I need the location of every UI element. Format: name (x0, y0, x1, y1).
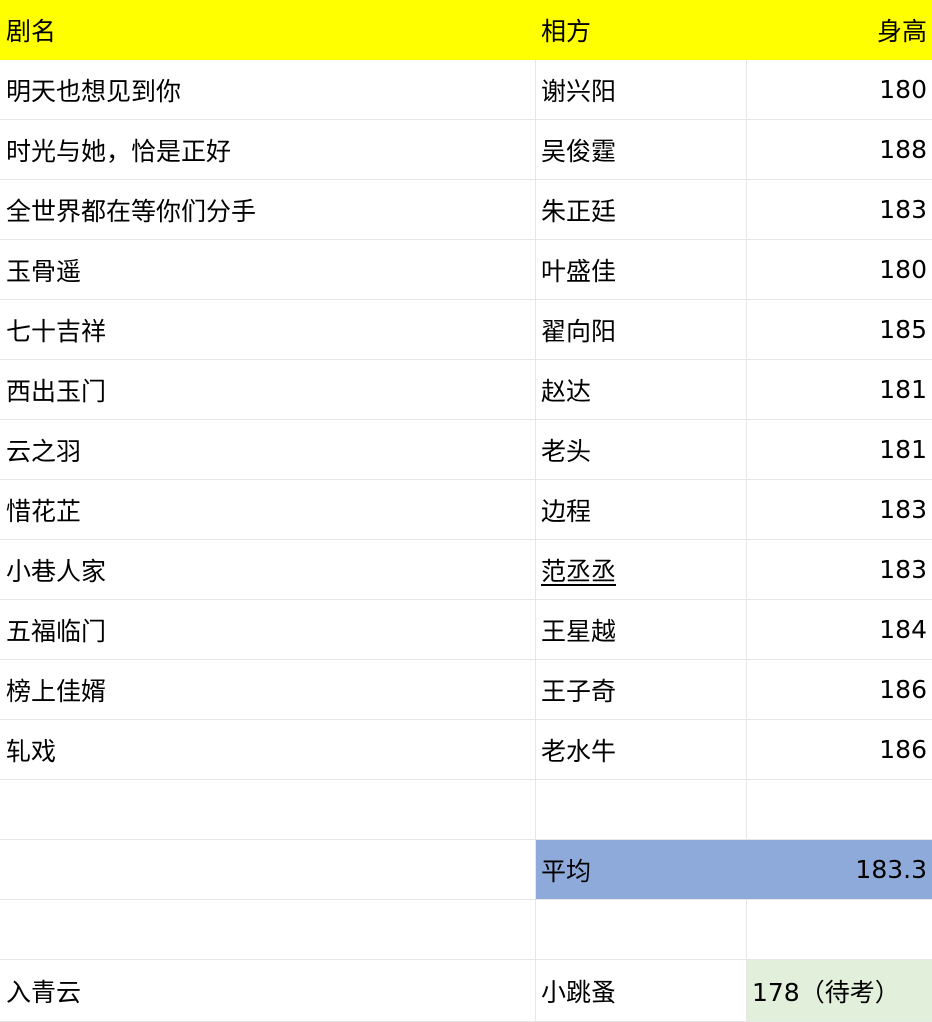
table-row: 七十吉祥 翟向阳 185 (0, 300, 932, 360)
table-row: 云之羽 老头 181 (0, 420, 932, 480)
partner-cell[interactable]: 赵达 (536, 360, 747, 419)
table-row: 玉骨遥 叶盛佳 180 (0, 240, 932, 300)
average-value: 183.3 (855, 855, 927, 884)
drama-cell[interactable]: 全世界都在等你们分手 (0, 180, 536, 239)
average-label: 平均 (541, 856, 592, 886)
height-cell[interactable]: 181 (747, 420, 932, 479)
height-cell[interactable]: 183 (747, 480, 932, 539)
partner-cell[interactable]: 老水牛 (536, 720, 747, 779)
drama-cell[interactable]: 七十吉祥 (0, 300, 536, 359)
height-cell[interactable]: 186 (747, 660, 932, 719)
empty-cell[interactable] (0, 840, 536, 899)
height-cell[interactable]: 180 (747, 60, 932, 119)
table-row: 小巷人家 范丞丞 183 (0, 540, 932, 600)
table-row: 明天也想见到你 谢兴阳 180 (0, 60, 932, 120)
partner-cell[interactable]: 王星越 (536, 600, 747, 659)
partner-cell[interactable]: 朱正廷 (536, 180, 747, 239)
drama-cell[interactable]: 惜花芷 (0, 480, 536, 539)
partner-cell[interactable]: 老头 (536, 420, 747, 479)
table-row: 西出玉门 赵达 181 (0, 360, 932, 420)
empty-cell[interactable] (0, 900, 536, 959)
height-cell[interactable]: 188 (747, 120, 932, 179)
table-row: 五福临门 王星越 184 (0, 600, 932, 660)
height-cell[interactable]: 180 (747, 240, 932, 299)
drama-cell[interactable]: 玉骨遥 (0, 240, 536, 299)
partner-cell[interactable]: 吴俊霆 (536, 120, 747, 179)
partner-cell[interactable]: 叶盛佳 (536, 240, 747, 299)
partner-cell[interactable]: 边程 (536, 480, 747, 539)
height-cell[interactable]: 183 (747, 540, 932, 599)
drama-cell[interactable]: 明天也想见到你 (0, 60, 536, 119)
pending-height-cell[interactable]: 178（待考） (747, 960, 932, 1021)
table-row: 榜上佳婿 王子奇 186 (0, 660, 932, 720)
table-row: 时光与她，恰是正好 吴俊霆 188 (0, 120, 932, 180)
empty-cell[interactable] (536, 780, 747, 839)
height-cell[interactable]: 183 (747, 180, 932, 239)
partner-cell[interactable]: 谢兴阳 (536, 60, 747, 119)
partner-cell[interactable]: 小跳蚤 (536, 960, 747, 1021)
table-row: 惜花芷 边程 183 (0, 480, 932, 540)
empty-cell[interactable] (0, 780, 536, 839)
drama-cell[interactable]: 入青云 (0, 960, 536, 1021)
empty-cell[interactable] (536, 900, 747, 959)
drama-cell[interactable]: 小巷人家 (0, 540, 536, 599)
drama-cell[interactable]: 西出玉门 (0, 360, 536, 419)
empty-cell[interactable] (747, 780, 932, 839)
average-cell[interactable]: 平均 183.3 (536, 840, 932, 899)
drama-cell[interactable]: 轧戏 (0, 720, 536, 779)
height-cell[interactable]: 181 (747, 360, 932, 419)
drama-cell[interactable]: 云之羽 (0, 420, 536, 479)
partner-cell[interactable]: 王子奇 (536, 660, 747, 719)
empty-row (0, 780, 932, 840)
table-row: 全世界都在等你们分手 朱正廷 183 (0, 180, 932, 240)
header-partner[interactable]: 相方 (536, 0, 747, 60)
table-row: 轧戏 老水牛 186 (0, 720, 932, 780)
drama-cell[interactable]: 时光与她，恰是正好 (0, 120, 536, 179)
partner-text: 范丞丞 (541, 556, 617, 586)
average-row: 平均 183.3 (0, 840, 932, 900)
partner-cell[interactable]: 范丞丞 (536, 540, 747, 599)
header-height[interactable]: 身高 (747, 0, 932, 60)
drama-cell[interactable]: 五福临门 (0, 600, 536, 659)
empty-row (0, 900, 932, 960)
height-cell[interactable]: 185 (747, 300, 932, 359)
spreadsheet: 剧名 相方 身高 明天也想见到你 谢兴阳 180 时光与她，恰是正好 吴俊霆 1… (0, 0, 932, 1022)
header-row: 剧名 相方 身高 (0, 0, 932, 60)
partner-cell[interactable]: 翟向阳 (536, 300, 747, 359)
header-drama[interactable]: 剧名 (0, 0, 536, 60)
height-cell[interactable]: 184 (747, 600, 932, 659)
empty-cell[interactable] (747, 900, 932, 959)
height-cell[interactable]: 186 (747, 720, 932, 779)
drama-cell[interactable]: 榜上佳婿 (0, 660, 536, 719)
pending-row: 入青云 小跳蚤 178（待考） (0, 960, 932, 1022)
